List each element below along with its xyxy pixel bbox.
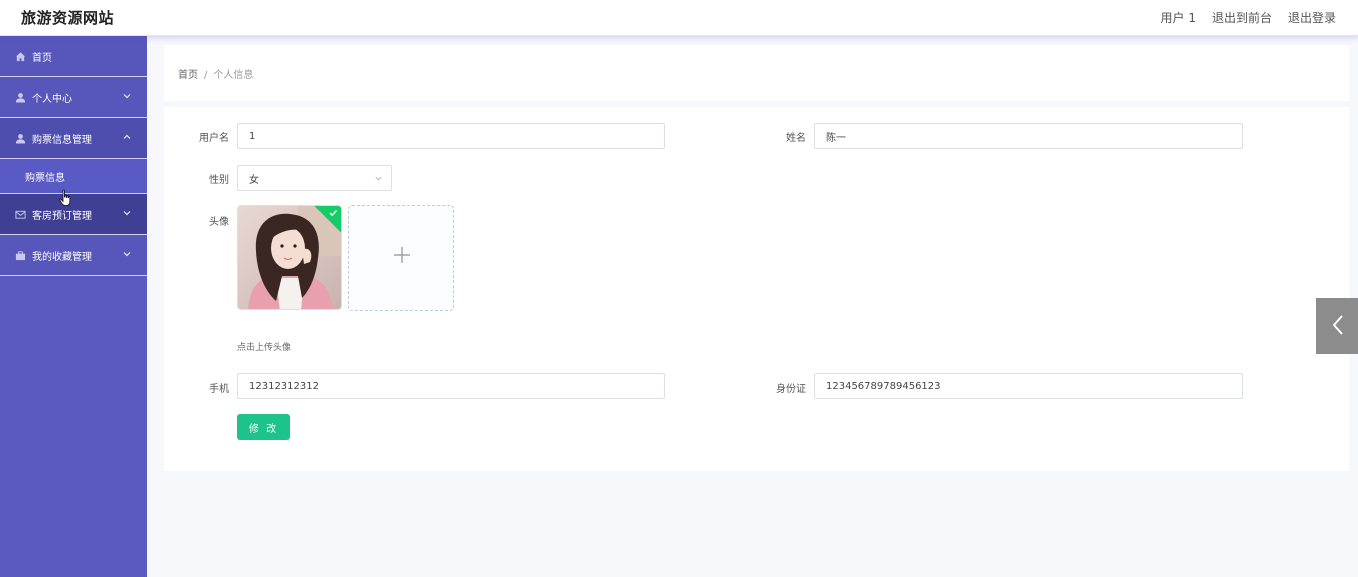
side-panel-toggle[interactable]	[1316, 298, 1358, 354]
sidebar-item-favorites[interactable]: 我的收藏管理	[0, 235, 147, 276]
profile-form: 用户名 1 姓名 陈一 性别 女 头像 点击上传头像 手机 1231231231…	[164, 107, 1349, 471]
chevron-down-icon	[123, 252, 131, 257]
phone-value: 12312312312	[249, 380, 319, 392]
sidebar: 首页 个人中心 购票信息管理 购票信息 客房预订管理 我的收藏管理	[0, 36, 147, 577]
sidebar-item-label: 客房预订管理	[32, 210, 92, 222]
id-card-label: 身份证	[776, 384, 806, 395]
logout-link[interactable]: 退出登录	[1288, 9, 1336, 26]
gender-value: 女	[249, 174, 259, 186]
chevron-down-icon	[375, 176, 382, 181]
top-bar: 旅游资源网站 用户 1 退出到前台 退出登录	[0, 0, 1358, 36]
modify-button[interactable]: 修 改	[237, 414, 290, 440]
id-card-input[interactable]: 123456789789456123	[814, 373, 1243, 399]
username-value: 1	[249, 130, 256, 142]
avatar-upload-hint: 点击上传头像	[237, 343, 292, 353]
chevron-down-icon	[123, 211, 131, 216]
sidebar-subitem-ticket-info[interactable]: 购票信息	[0, 159, 147, 194]
gender-select[interactable]: 女	[237, 165, 392, 191]
username-label: 用户名	[199, 133, 229, 144]
name-label: 姓名	[786, 133, 806, 144]
name-input[interactable]: 陈一	[814, 123, 1243, 149]
chevron-down-icon	[123, 94, 131, 99]
sidebar-item-room-booking[interactable]: 客房预订管理	[0, 194, 147, 235]
home-icon	[14, 50, 26, 62]
avatar-photo	[238, 206, 341, 309]
phone-input[interactable]: 12312312312	[237, 373, 665, 399]
avatar-upload-button[interactable]	[348, 205, 454, 311]
hand-cursor-icon	[59, 189, 71, 206]
phone-label: 手机	[209, 384, 229, 395]
sidebar-item-label: 首页	[32, 52, 52, 64]
user-icon	[14, 91, 26, 103]
site-title: 旅游资源网站	[21, 9, 115, 27]
sidebar-item-home[interactable]: 首页	[0, 36, 147, 77]
chevron-up-icon	[123, 134, 131, 139]
gender-label: 性别	[209, 175, 229, 186]
breadcrumb-current: 个人信息	[213, 70, 254, 81]
top-links: 用户 1 退出到前台 退出登录	[1161, 9, 1336, 26]
avatar-image[interactable]	[237, 205, 342, 310]
plus-icon	[394, 247, 410, 263]
username-input[interactable]: 1	[237, 123, 665, 149]
exit-to-front-link[interactable]: 退出到前台	[1212, 9, 1272, 26]
current-user-link[interactable]: 用户 1	[1161, 9, 1196, 26]
avatar-label: 头像	[209, 217, 229, 228]
breadcrumb-panel: 首页 / 个人信息	[164, 45, 1349, 101]
id-card-value: 123456789789456123	[826, 380, 941, 392]
check-icon	[329, 210, 338, 217]
chevron-left-icon	[1333, 315, 1343, 335]
user-icon	[14, 132, 26, 144]
sidebar-item-label: 我的收藏管理	[32, 251, 92, 263]
breadcrumb-home[interactable]: 首页	[178, 70, 198, 81]
breadcrumb: 首页 / 个人信息	[178, 66, 253, 81]
sidebar-item-label: 购票信息管理	[32, 134, 92, 146]
sidebar-item-ticket-management[interactable]: 购票信息管理	[0, 118, 147, 159]
sidebar-item-label: 个人中心	[32, 93, 72, 105]
sidebar-item-personal-center[interactable]: 个人中心	[0, 77, 147, 118]
briefcase-icon	[14, 249, 26, 261]
breadcrumb-separator: /	[204, 70, 208, 81]
mail-icon	[14, 208, 26, 220]
name-value: 陈一	[826, 132, 846, 144]
